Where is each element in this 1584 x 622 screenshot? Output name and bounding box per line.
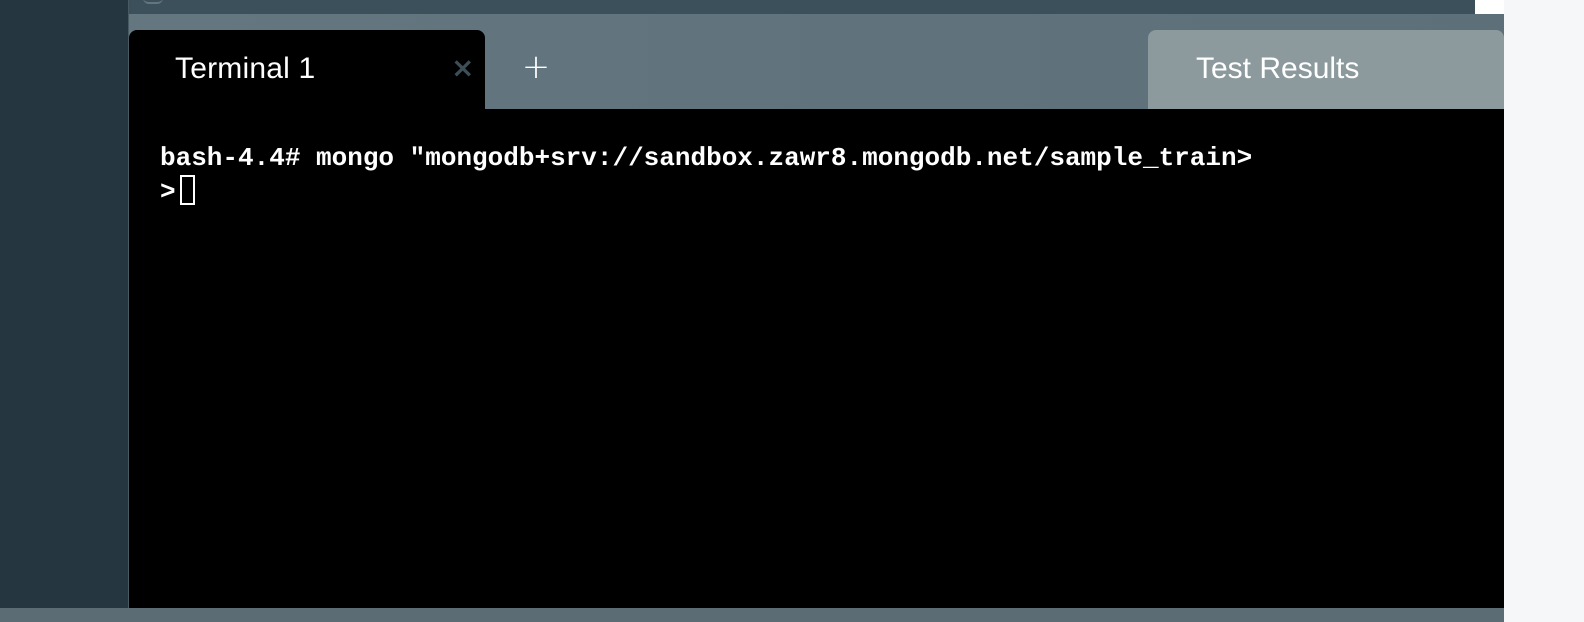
top-right-corner — [1475, 0, 1504, 14]
close-icon[interactable]: × — [451, 54, 474, 82]
top-toolbar-strip — [129, 0, 1475, 14]
cursor-block — [179, 175, 195, 205]
terminal-tab-bar: Terminal 1 × + Test Results — [129, 14, 1504, 109]
tab-terminal-1[interactable]: Terminal 1 × — [129, 30, 485, 109]
terminal-prompt: > — [160, 177, 176, 207]
left-sidebar — [0, 0, 128, 622]
right-side-panel — [1504, 0, 1584, 622]
add-terminal-button[interactable]: + — [521, 50, 551, 84]
tab-test-results-label: Test Results — [1196, 52, 1360, 85]
tab-test-results[interactable]: Test Results — [1148, 30, 1504, 109]
terminal-output[interactable]: bash-4.4# mongo "mongodb+srv://sandbox.z… — [129, 109, 1504, 608]
bottom-scrollbar[interactable] — [0, 608, 1504, 622]
toolbar-handle-icon — [143, 0, 163, 4]
tab-terminal-1-label: Terminal 1 — [175, 52, 316, 85]
terminal-command-line: bash-4.4# mongo "mongodb+srv://sandbox.z… — [160, 143, 1253, 173]
terminal-prompt-line: > — [160, 175, 195, 209]
